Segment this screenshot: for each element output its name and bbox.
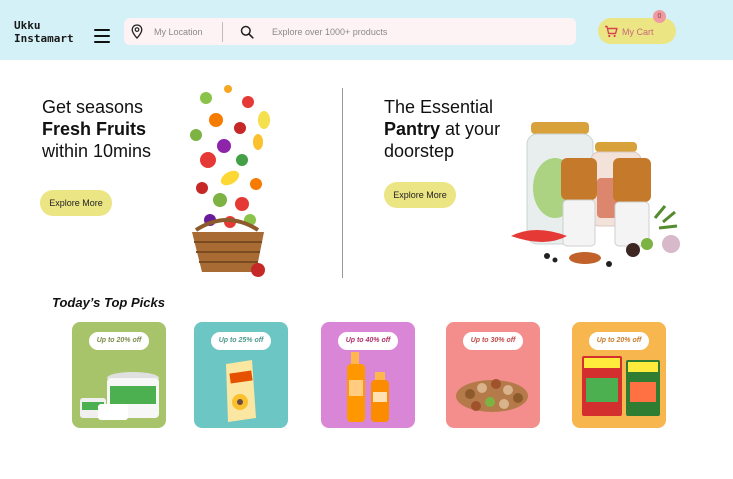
fruits-title-line-3: within 10mins (42, 141, 152, 161)
pantry-jars-image (511, 122, 680, 267)
menu-icon[interactable] (94, 29, 110, 43)
explore-fruits-button[interactable]: Explore More (40, 190, 112, 216)
top-pick-card-masala[interactable]: Up to 20% off (572, 322, 666, 428)
logo-line-2: Instamart (14, 32, 74, 45)
banner-divider (342, 88, 343, 278)
fruit-basket-image (190, 85, 270, 277)
fruits-title-line-1: Get seasons (42, 97, 144, 117)
logo-line-1: Ukku (14, 19, 41, 32)
top-picks-title: Today’s Top Picks (52, 295, 165, 310)
search-divider (222, 22, 223, 42)
shampoo-bottle-icon (347, 352, 389, 422)
pantry-title-rest: at your (440, 119, 501, 139)
pantry-title-line-1: The Essential (384, 97, 494, 117)
top-header: Ukku Instamart My Location Explore over … (0, 0, 733, 60)
cart-count-badge: 0 (653, 10, 666, 23)
search-icon[interactable] (240, 25, 254, 39)
search-input[interactable]: Explore over 1000+ products (272, 27, 387, 37)
pantry-banner-title: The Essential Pantry at your doorstep (384, 96, 500, 162)
cart-icon (605, 25, 618, 38)
fruits-title-bold: Fresh Fruits (42, 119, 147, 139)
curd-tub-icon (80, 372, 159, 420)
pantry-title-bold: Pantry (384, 119, 441, 139)
masala-box-icon (582, 356, 660, 416)
cart-label: My Cart (622, 27, 654, 37)
location-input[interactable]: My Location (154, 27, 203, 37)
top-pick-card-dry-fruits[interactable]: Up to 30% off (446, 322, 540, 428)
cart-button[interactable]: My Cart 0 (598, 10, 676, 44)
top-pick-card-oil[interactable]: Up to 25% off (194, 322, 288, 428)
search-bar: My Location Explore over 1000+ products (124, 18, 576, 45)
oil-pouch-icon (226, 360, 256, 422)
location-pin-icon[interactable] (131, 24, 143, 39)
fruits-banner-title: Get seasons Fresh Fruits within 10mins (42, 96, 151, 162)
app-logo[interactable]: Ukku Instamart (14, 19, 74, 45)
explore-pantry-button[interactable]: Explore More (384, 182, 456, 208)
top-pick-card-curd[interactable]: Up to 20% off (72, 322, 166, 428)
dry-fruits-icon (456, 379, 528, 412)
top-pick-card-shampoo[interactable]: Up to 40% off (321, 322, 415, 428)
pantry-title-line-3: doorstep (384, 141, 455, 161)
